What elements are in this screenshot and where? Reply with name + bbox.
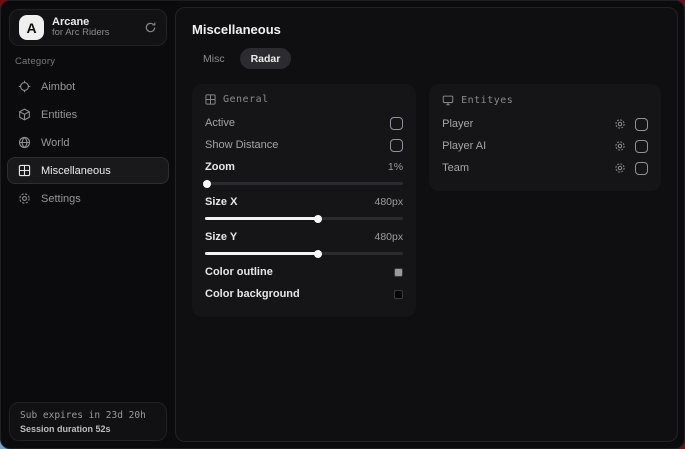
grid-icon xyxy=(205,94,216,105)
slider-thumb[interactable] xyxy=(314,215,322,223)
gear-icon xyxy=(18,192,31,205)
general-panel: General Active Show Distance Zoom 1% xyxy=(192,84,416,317)
color-outline-swatch[interactable] xyxy=(394,268,403,277)
reload-icon[interactable] xyxy=(144,21,157,34)
sidebar-item-label: Settings xyxy=(41,193,81,205)
app-avatar: A xyxy=(19,15,44,40)
sidebar-item-label: Miscellaneous xyxy=(41,165,111,177)
slider-label: Size X xyxy=(205,196,237,208)
tab-bar: Misc Radar xyxy=(192,48,661,69)
entity-row-player-ai: Player AI xyxy=(442,135,648,157)
slider-row-zoom: Zoom 1% xyxy=(205,156,403,178)
slider-row-size-x: Size X 480px xyxy=(205,191,403,213)
slider-label: Size Y xyxy=(205,231,237,243)
sidebar-item-world[interactable]: World xyxy=(7,129,169,156)
gear-icon[interactable] xyxy=(614,162,626,174)
main-content: Miscellaneous Misc Radar General xyxy=(175,7,678,442)
entity-label: Player xyxy=(442,118,473,130)
entity-row-player: Player xyxy=(442,113,648,135)
cube-icon xyxy=(18,108,31,121)
app-subtitle: for Arc Riders xyxy=(52,28,136,39)
slider-value: 1% xyxy=(388,161,403,173)
toggle-row-active: Active xyxy=(205,112,403,134)
slider-thumb[interactable] xyxy=(314,250,322,258)
gear-icon[interactable] xyxy=(614,118,626,130)
sub-expires-text: Sub expires in 23d 20h xyxy=(20,410,156,421)
player-ai-checkbox[interactable] xyxy=(635,140,648,153)
color-row-background: Color background xyxy=(205,283,403,305)
gear-icon[interactable] xyxy=(614,140,626,152)
grid-icon xyxy=(18,164,31,177)
page-title: Miscellaneous xyxy=(192,22,661,37)
team-checkbox[interactable] xyxy=(635,162,648,175)
sidebar-item-settings[interactable]: Settings xyxy=(7,185,169,212)
monitor-icon xyxy=(442,94,454,106)
sidebar-item-label: World xyxy=(41,137,70,149)
entity-label: Player AI xyxy=(442,140,486,152)
session-duration-text: Session duration 52s xyxy=(20,424,156,434)
sidebar-item-entities[interactable]: Entities xyxy=(7,101,169,128)
size-x-slider[interactable] xyxy=(205,214,403,223)
toggle-label: Show Distance xyxy=(205,139,278,151)
app-window: A Arcane for Arc Riders Category xyxy=(0,0,685,449)
entity-label: Team xyxy=(442,162,469,174)
slider-row-size-y: Size Y 480px xyxy=(205,226,403,248)
size-y-slider[interactable] xyxy=(205,249,403,258)
sidebar-nav: Aimbot Entities World xyxy=(1,73,175,212)
active-checkbox[interactable] xyxy=(390,117,403,130)
entities-panel: Entityes Player P xyxy=(429,84,661,191)
color-row-outline: Color outline xyxy=(205,261,403,283)
slider-value: 480px xyxy=(375,231,404,243)
sidebar-item-label: Aimbot xyxy=(41,81,75,93)
show-distance-checkbox[interactable] xyxy=(390,139,403,152)
sidebar: A Arcane for Arc Riders Category xyxy=(1,1,175,448)
slider-label: Zoom xyxy=(205,161,235,173)
player-checkbox[interactable] xyxy=(635,118,648,131)
sidebar-item-label: Entities xyxy=(41,109,77,121)
toggle-row-show-distance: Show Distance xyxy=(205,134,403,156)
panel-title: General xyxy=(223,94,269,105)
sidebar-item-aimbot[interactable]: Aimbot xyxy=(7,73,169,100)
color-label: Color outline xyxy=(205,266,273,278)
subscription-footer: Sub expires in 23d 20h Session duration … xyxy=(9,402,167,441)
zoom-slider[interactable] xyxy=(205,179,403,188)
entity-row-team: Team xyxy=(442,157,648,179)
color-label: Color background xyxy=(205,288,300,300)
tab-misc[interactable]: Misc xyxy=(192,48,236,69)
logo-card: A Arcane for Arc Riders xyxy=(9,9,167,46)
panel-title: Entityes xyxy=(461,95,513,106)
color-background-swatch[interactable] xyxy=(394,290,403,299)
slider-value: 480px xyxy=(375,196,404,208)
slider-thumb[interactable] xyxy=(203,180,211,188)
tab-radar[interactable]: Radar xyxy=(240,48,292,69)
category-label: Category xyxy=(15,56,161,67)
crosshair-icon xyxy=(18,80,31,93)
sidebar-item-miscellaneous[interactable]: Miscellaneous xyxy=(7,157,169,184)
toggle-label: Active xyxy=(205,117,235,129)
globe-icon xyxy=(18,136,31,149)
